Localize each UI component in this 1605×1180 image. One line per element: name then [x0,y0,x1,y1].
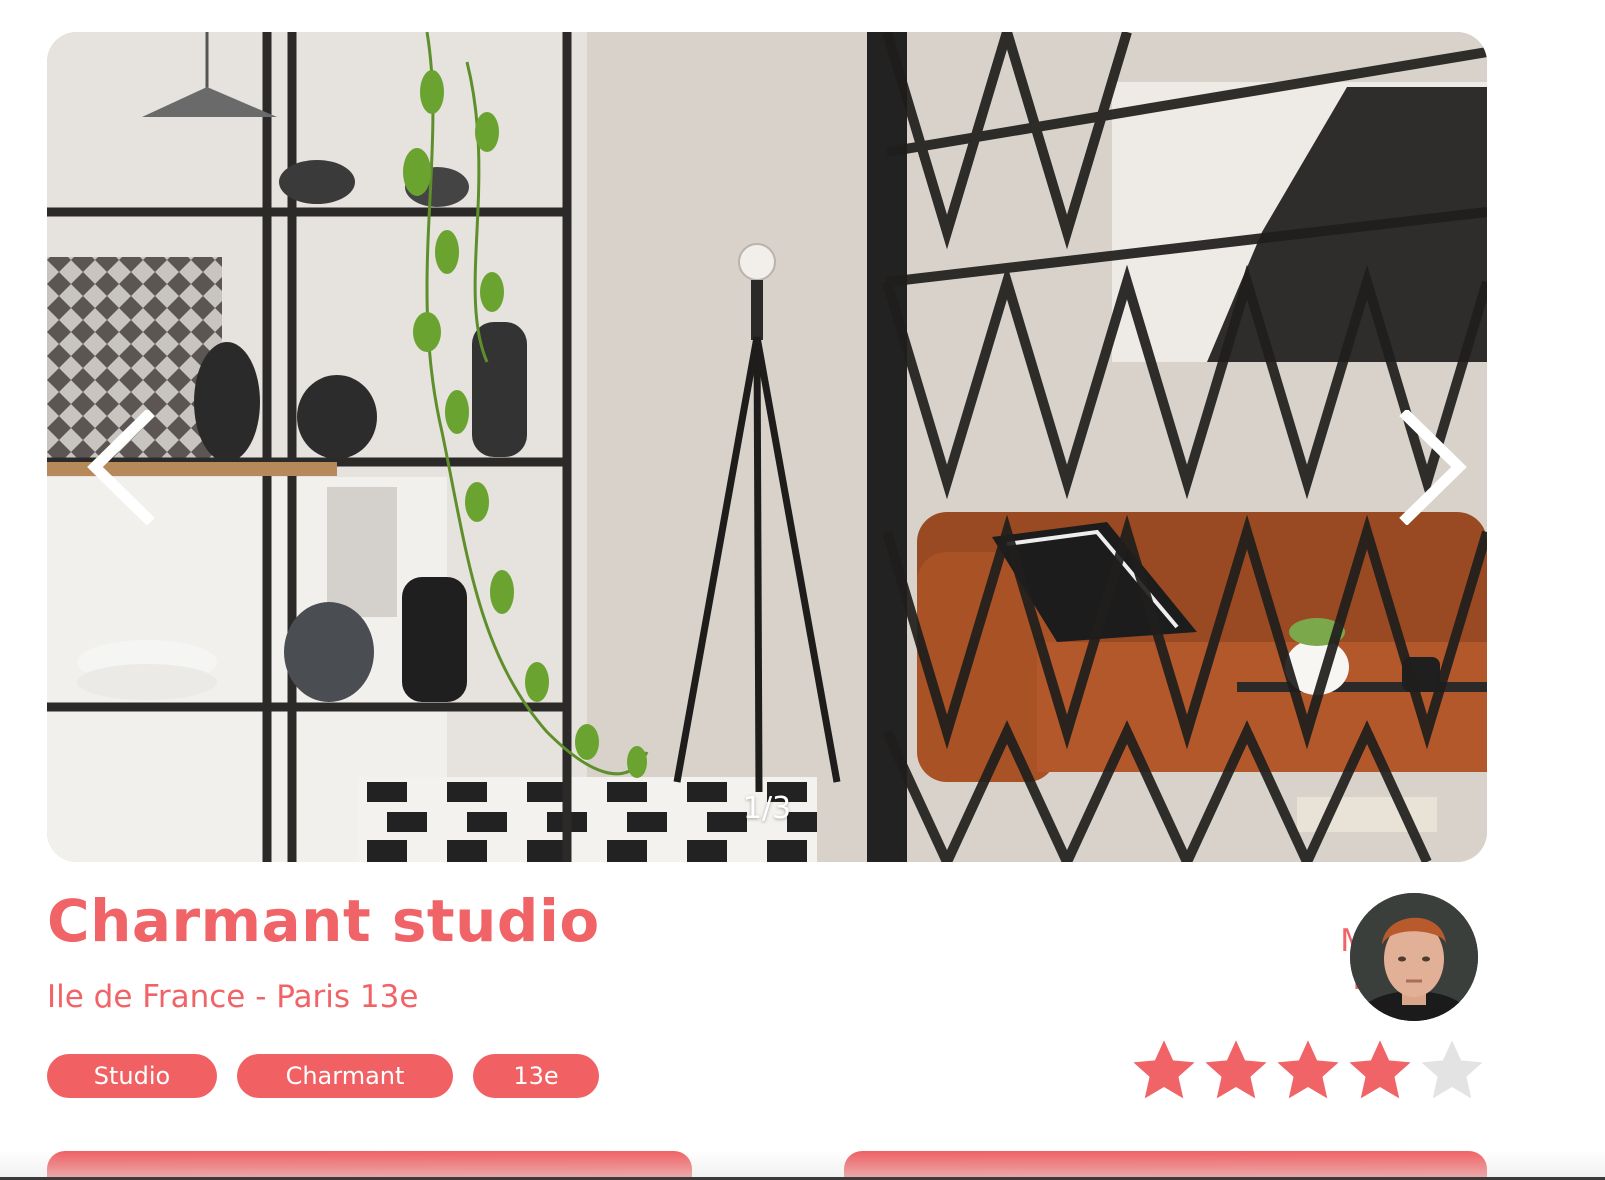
listing-title: Charmant studio [47,887,600,955]
star-filled-icon [1205,1040,1267,1099]
star-filled-icon [1133,1040,1195,1099]
tag-chip[interactable]: Charmant [237,1054,453,1098]
listing-page: 1/3 Charmant studio Ile de France - Pari… [0,0,1605,1180]
carousel-prev-button[interactable] [75,402,165,532]
listing-location: Ile de France - Paris 13e [47,979,419,1015]
description-dropdown-button[interactable] [47,1151,692,1180]
tag-chip[interactable]: 13e [473,1054,599,1098]
star-empty-icon [1421,1040,1483,1099]
chevron-left-icon [87,409,155,525]
host-avatar[interactable] [1350,893,1478,1021]
equipment-dropdown-button[interactable] [844,1151,1487,1180]
rating-stars [1130,1036,1486,1108]
chevron-right-icon [1399,409,1467,525]
star-filled-icon [1277,1040,1339,1099]
tag-chip[interactable]: Studio [47,1054,217,1098]
listing-photo [47,32,1487,862]
carousel-counter: 1/3 [742,791,792,826]
star-filled-icon [1349,1040,1411,1099]
carousel-next-button[interactable] [1389,402,1479,532]
avatar-image [1350,893,1478,1021]
photo-carousel: 1/3 [47,32,1487,862]
